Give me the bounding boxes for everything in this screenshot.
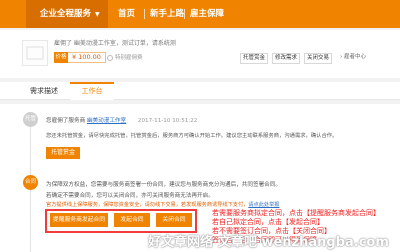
escrow-instruction: 您还未托管赏金，请尽快完成托管，托管赏金后，服务商方可确认开始工作。建议您主动联…: [46, 133, 338, 139]
employer-center-link[interactable]: › 雇者中心: [340, 52, 366, 60]
order-description: 雇佣了 幽美动漫工作室，测试订单，请系统测: [54, 40, 176, 47]
chevron-down-icon: ▼: [95, 11, 100, 18]
escrow-button[interactable]: 托管赏金: [240, 53, 268, 64]
edit-requirement-button[interactable]: 修改需求: [272, 53, 300, 64]
nav-enterprise-label: 企业全程服务: [40, 9, 92, 19]
close-deal-button[interactable]: 关闭交易: [304, 53, 332, 64]
hire-prefix: 您雇佣了服务商: [46, 118, 86, 124]
step-escrow-badge: 托管: [23, 112, 38, 127]
hire-time: 2017-11-10 10:51:22: [137, 118, 198, 124]
contract-close-note: 若确定不需要合同，您可以关闭合同，亦可关闭服务商无法再开启。: [46, 193, 214, 199]
nav-newbie[interactable]: 新手上路: [150, 0, 184, 28]
employer-center-label: 雇者中心: [343, 54, 366, 60]
page: 企业全程服务 ▼ 首页 新手上路 雇主保障 雇佣了 幽美动漫工作室，测试订单，请系…: [0, 0, 400, 252]
close-contract-button[interactable]: 关闭合同: [156, 213, 192, 227]
radio-icon: [107, 54, 113, 61]
nav-divider: [184, 9, 185, 19]
step-contract-badge: 合同: [23, 175, 38, 190]
bonus-label: 特别雇佣费: [115, 55, 143, 61]
product-thumbnail[interactable]: [22, 40, 48, 66]
nav-enterprise-service[interactable]: 企业全程服务 ▼: [26, 0, 108, 28]
escrow-pay-button[interactable]: 托管赏金: [46, 147, 80, 159]
nav-divider: [144, 9, 145, 19]
price-label: 价格: [54, 52, 68, 63]
tab-bar: 需求描述 工作台: [0, 82, 400, 100]
top-nav-bar: 企业全程服务 ▼ 首页 新手上路 雇主保障: [0, 0, 400, 28]
bonus-option[interactable]: 特别雇佣费: [107, 53, 143, 61]
nav-employer-guarantee[interactable]: 雇主保障: [190, 0, 224, 28]
initiate-contract-button[interactable]: 发起合同: [114, 213, 150, 227]
price-value: ¥ 100.00: [68, 52, 106, 63]
remind-provider-contract-button[interactable]: 提醒服务商发起合同: [50, 213, 108, 227]
tab-workbench[interactable]: 工作台: [70, 82, 114, 100]
hire-info-line: 您雇佣了服务商 幽美动漫工作室 2017-11-10 10:51:22: [46, 116, 197, 124]
nav-home[interactable]: 首页: [118, 0, 135, 28]
contract-intro: 为保障双方权益，您需要与服务商签署一份合同，建议您与服务商充分沟通后，共同签署合…: [46, 182, 281, 188]
safety-notice: 官方提供线上保障服务，保障您资金安全，请勿线下交易，若发现服务商诱导线下支付，请…: [46, 201, 279, 208]
image-placeholder-icon: [26, 46, 44, 60]
watermark: 好文章网络·文章吧 wenzhangba.com: [148, 235, 389, 250]
tab-requirement[interactable]: 需求描述: [22, 82, 66, 100]
provider-link[interactable]: 幽美动漫工作室: [87, 118, 126, 124]
